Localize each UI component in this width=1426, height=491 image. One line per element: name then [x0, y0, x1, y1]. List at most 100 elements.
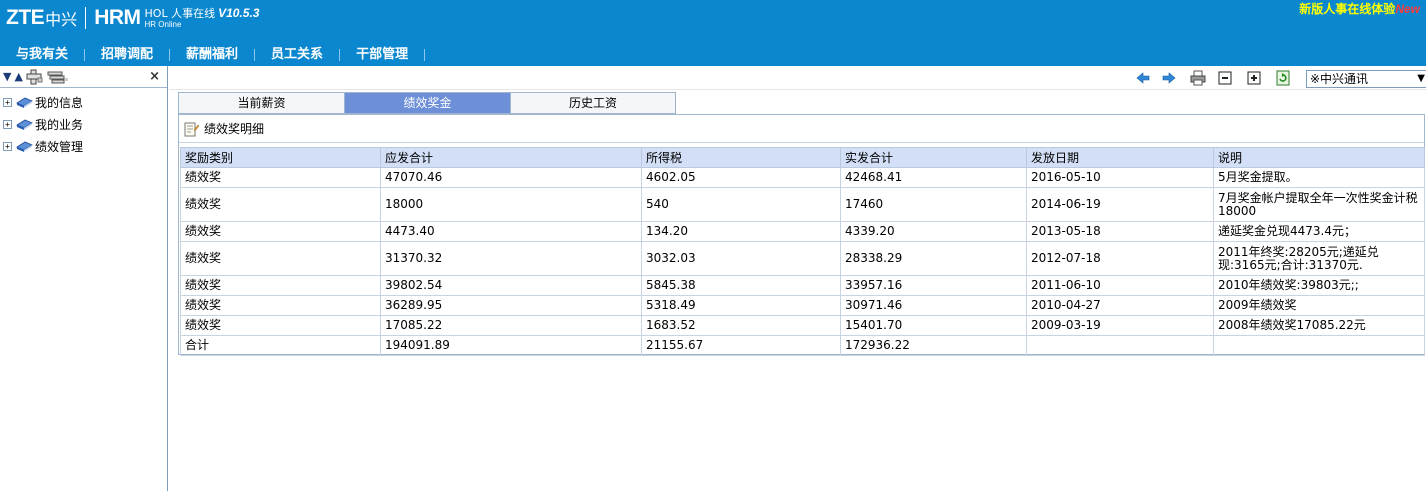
- new-version-label: 新版人事在线体验: [1299, 2, 1396, 16]
- table-cell: 2013-05-18: [1026, 221, 1214, 242]
- left-sidebar: ▼ ▲ × + 我的信息 + 我的业务 + 绩效管理: [0, 66, 168, 491]
- table-cell: [1213, 335, 1425, 356]
- column-header[interactable]: 所得税: [641, 147, 841, 168]
- table-row: 绩效奖 39802.54 5845.38 33957.16 2011-06-10…: [180, 275, 1425, 296]
- table-cell: 33957.16: [840, 275, 1027, 296]
- logo-hol-text: HOL 人事在线: [144, 7, 216, 20]
- tree-label: 绩效管理: [35, 139, 84, 154]
- table-row: 绩效奖 47070.46 4602.05 42468.41 2016-05-10…: [180, 167, 1425, 188]
- column-header[interactable]: 实发合计: [840, 147, 1027, 168]
- table-cell: 绩效奖: [180, 167, 381, 188]
- table-cell: 2011年终奖:28205元;递延兑现:3165元;合计:31370元.: [1213, 241, 1425, 276]
- table-cell: 2010年绩效奖:39803元;;: [1213, 275, 1425, 296]
- logo-divider: [85, 7, 87, 29]
- column-header[interactable]: 应发合计: [380, 147, 642, 168]
- book-icon: [16, 119, 33, 130]
- table-cell: 合计: [180, 335, 381, 356]
- panel-header: 绩效奖明细: [179, 115, 1424, 143]
- book-icon: [16, 141, 33, 152]
- table-row: 绩效奖 4473.40 134.20 4339.20 2013-05-18 递延…: [180, 221, 1425, 242]
- table-cell: 15401.70: [840, 315, 1027, 336]
- new-version-link[interactable]: 新版人事在线体验New: [1299, 0, 1420, 17]
- tree-label: 我的业务: [35, 117, 84, 132]
- nav-divider: [424, 49, 426, 61]
- nav-item-employee-relations[interactable]: 员工关系: [255, 45, 339, 65]
- table-cell: 17085.22: [380, 315, 642, 336]
- tab-bar: 当前薪资 绩效奖金 历史工资: [178, 92, 676, 114]
- document-edit-icon: [184, 122, 199, 136]
- add-node-icon[interactable]: [26, 69, 44, 85]
- print-icon[interactable]: [1190, 70, 1206, 86]
- nav-item-recruitment[interactable]: 招聘调配: [85, 45, 169, 65]
- collapse-up-icon[interactable]: ▲: [14, 70, 22, 83]
- nav-tree: + 我的信息 + 我的业务 + 绩效管理: [0, 88, 167, 157]
- tree-node-performance-management[interactable]: + 绩效管理: [0, 135, 167, 157]
- nav-item-compensation[interactable]: 薪酬福利: [170, 45, 254, 65]
- refresh-icon[interactable]: [1275, 70, 1291, 86]
- company-select-value: ※中兴通讯: [1310, 72, 1369, 86]
- tree-node-my-business[interactable]: + 我的业务: [0, 113, 167, 135]
- logo-cn-text: 中兴: [45, 10, 78, 29]
- table-cell: 30971.46: [840, 295, 1027, 316]
- close-sidebar-icon[interactable]: ×: [149, 69, 160, 84]
- stack-icon[interactable]: [47, 70, 69, 84]
- table-cell: 4473.40: [380, 221, 642, 242]
- table-cell: 2009年绩效奖: [1213, 295, 1425, 316]
- table-cell: 39802.54: [380, 275, 642, 296]
- table-cell: 7月奖金帐户提取全年一次性奖金计税18000: [1213, 187, 1425, 222]
- nav-item-related-to-me[interactable]: 与我有关: [0, 45, 84, 65]
- expand-icon[interactable]: +: [3, 141, 12, 151]
- tab-salary-history[interactable]: 历史工资: [510, 92, 676, 114]
- column-header[interactable]: 奖励类别: [180, 147, 381, 168]
- table-cell: 2014-06-19: [1026, 187, 1214, 222]
- app-header: ZTE 中兴 HRM HOL 人事在线 V10.5.3 HR Online 新版人…: [0, 0, 1426, 66]
- table-cell: 4602.05: [641, 167, 841, 188]
- back-arrow-icon[interactable]: [1135, 70, 1151, 86]
- panel-title: 绩效奖明细: [204, 122, 265, 136]
- logo-subtitle: HOL 人事在线 V10.5.3 HR Online: [145, 7, 260, 29]
- table-cell: 1683.52: [641, 315, 841, 336]
- table-cell: 绩效奖: [180, 241, 381, 276]
- table-row: 绩效奖 31370.32 3032.03 28338.29 2012-07-18…: [180, 241, 1425, 276]
- column-header[interactable]: 说明: [1213, 147, 1425, 168]
- table-cell: 172936.22: [840, 335, 1027, 356]
- zoom-in-icon[interactable]: [1246, 70, 1262, 86]
- tab-performance-bonus[interactable]: 绩效奖金: [344, 92, 510, 114]
- book-icon: [16, 97, 33, 108]
- bonus-table: 奖励类别 应发合计 所得税 实发合计 发放日期 说明 绩效奖 47070.46 …: [180, 147, 1425, 356]
- table-cell: 递延奖金兑现4473.4元；: [1213, 221, 1425, 242]
- tree-label: 我的信息: [35, 95, 84, 110]
- column-header[interactable]: 发放日期: [1026, 147, 1214, 168]
- table-cell: 17460: [840, 187, 1027, 222]
- chevron-down-icon: ▼: [1417, 73, 1425, 84]
- table-total-row: 合计 194091.89 21155.67 172936.22: [180, 335, 1425, 356]
- main-nav: 与我有关 招聘调配 薪酬福利 员工关系 干部管理: [0, 44, 426, 66]
- table-cell: 4339.20: [840, 221, 1027, 242]
- expand-down-icon[interactable]: ▼: [3, 70, 11, 83]
- table-cell: 31370.32: [380, 241, 642, 276]
- table-cell: 3032.03: [641, 241, 841, 276]
- forward-arrow-icon[interactable]: [1161, 70, 1177, 86]
- logo-hr-online: HR Online: [144, 20, 182, 29]
- table-cell: 2008年绩效奖17085.22元: [1213, 315, 1425, 336]
- table-cell: 绩效奖: [180, 187, 381, 222]
- table-cell: 绩效奖: [180, 295, 381, 316]
- zoom-out-icon[interactable]: [1217, 70, 1233, 86]
- table-cell: 5845.38: [641, 275, 841, 296]
- table-row: 绩效奖 17085.22 1683.52 15401.70 2009-03-19…: [180, 315, 1425, 336]
- expand-icon[interactable]: +: [3, 97, 12, 107]
- table-cell: 绩效奖: [180, 315, 381, 336]
- table-cell: 2016-05-10: [1026, 167, 1214, 188]
- expand-icon[interactable]: +: [3, 119, 12, 129]
- table-cell: 134.20: [641, 221, 841, 242]
- nav-item-cadre-management[interactable]: 干部管理: [340, 45, 424, 65]
- table-cell: [1026, 335, 1214, 356]
- tree-node-my-info[interactable]: + 我的信息: [0, 91, 167, 113]
- app-logo: ZTE 中兴 HRM HOL 人事在线 V10.5.3 HR Online: [6, 5, 259, 31]
- company-select[interactable]: ※中兴通讯 ▼: [1306, 70, 1426, 88]
- table-cell: 5月奖金提取。: [1213, 167, 1425, 188]
- table-cell: 18000: [380, 187, 642, 222]
- table-cell: 540: [641, 187, 841, 222]
- tab-current-salary[interactable]: 当前薪资: [178, 92, 344, 114]
- table-row: 绩效奖 36289.95 5318.49 30971.46 2010-04-27…: [180, 295, 1425, 316]
